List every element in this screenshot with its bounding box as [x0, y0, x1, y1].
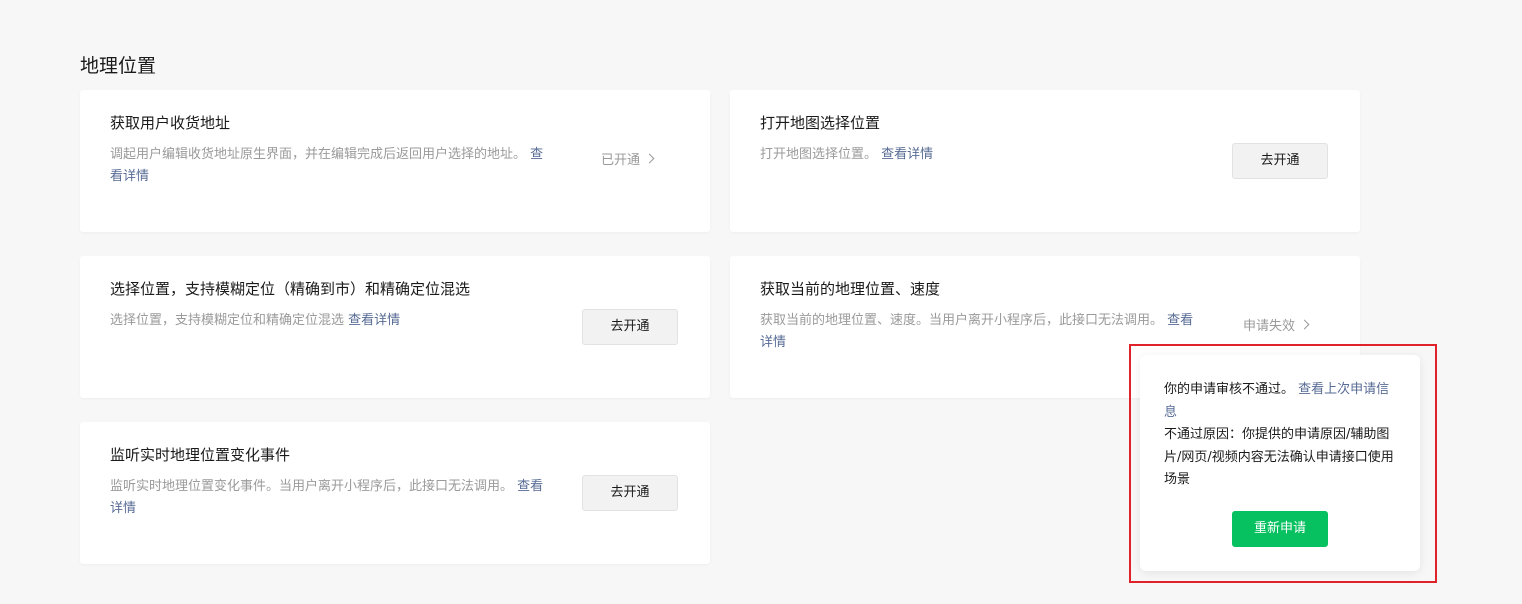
popover-content: 你的申请审核不通过。 查看上次申请信息 不通过原因：你提供的申请原因/辅助图片/… — [1164, 379, 1400, 492]
card-map-choose: 打开地图选择位置 打开地图选择位置。 查看详情 去开通 — [730, 90, 1360, 232]
view-details-link[interactable]: 查看详情 — [881, 147, 933, 162]
card-address: 获取用户收货地址 调起用户编辑收货地址原生界面，并在编辑完成后返回用户选择的地址… — [80, 90, 710, 232]
card-title: 选择位置，支持模糊定位（精确到市）和精确定位混选 — [110, 280, 471, 298]
view-details-link[interactable]: 查看详情 — [348, 313, 400, 328]
section-title: 地理位置 — [80, 55, 157, 77]
card-title: 获取用户收货地址 — [110, 114, 231, 132]
card-location-change: 监听实时地理位置变化事件 监听实时地理位置变化事件。当用户离开小程序后，此接口无… — [80, 422, 710, 564]
card-desc-text: 获取当前的地理位置、速度。当用户离开小程序后，此接口无法调用。 — [760, 313, 1164, 328]
card-description: 调起用户编辑收货地址原生界面，并在编辑完成后返回用户选择的地址。 查看详情 — [110, 144, 550, 188]
status-expired[interactable]: 申请失效 — [1243, 317, 1310, 337]
activate-button[interactable]: 去开通 — [1232, 143, 1328, 179]
activate-button[interactable]: 去开通 — [582, 309, 678, 345]
status-enabled[interactable]: 已开通 — [601, 151, 655, 171]
card-description: 监听实时地理位置变化事件。当用户离开小程序后，此接口无法调用。 查看详情 — [110, 476, 555, 520]
activate-button[interactable]: 去开通 — [582, 475, 678, 511]
card-desc-text: 监听实时地理位置变化事件。当用户离开小程序后，此接口无法调用。 — [110, 479, 514, 494]
card-description: 选择位置，支持模糊定位和精确定位混选 查看详情 — [110, 310, 560, 332]
card-desc-text: 打开地图选择位置。 — [760, 147, 878, 162]
card-desc-text-cont: 址。 — [500, 147, 527, 162]
popover-message: 你的申请审核不通过。 — [1164, 382, 1295, 397]
status-label: 申请失效 — [1243, 319, 1296, 334]
rejection-popover: 你的申请审核不通过。 查看上次申请信息 不通过原因：你提供的申请原因/辅助图片/… — [1140, 355, 1420, 571]
card-desc-text: 调起用户编辑收货地址原生界面，并在编辑完成后返回用户选择的地 — [110, 147, 501, 162]
popover-arrow — [1273, 346, 1291, 355]
card-desc-text: 选择位置，支持模糊定位和精确定位混选 — [110, 313, 345, 328]
chevron-right-icon — [1299, 319, 1310, 330]
card-title: 获取当前的地理位置、速度 — [760, 280, 941, 298]
chevron-right-icon — [644, 153, 655, 164]
status-label: 已开通 — [601, 153, 641, 168]
card-description: 打开地图选择位置。 查看详情 — [760, 144, 1200, 166]
card-fuzzy-location: 选择位置，支持模糊定位（精确到市）和精确定位混选 选择位置，支持模糊定位和精确定… — [80, 256, 710, 398]
card-description: 获取当前的地理位置、速度。当用户离开小程序后，此接口无法调用。 查看详情 — [760, 310, 1205, 354]
card-title: 打开地图选择位置 — [760, 114, 881, 132]
card-title: 监听实时地理位置变化事件 — [110, 446, 291, 464]
rejection-reason: 不通过原因：你提供的申请原因/辅助图片/网页/视频内容无法确认申请接口使用场景 — [1164, 427, 1394, 487]
reapply-button[interactable]: 重新申请 — [1232, 511, 1328, 547]
